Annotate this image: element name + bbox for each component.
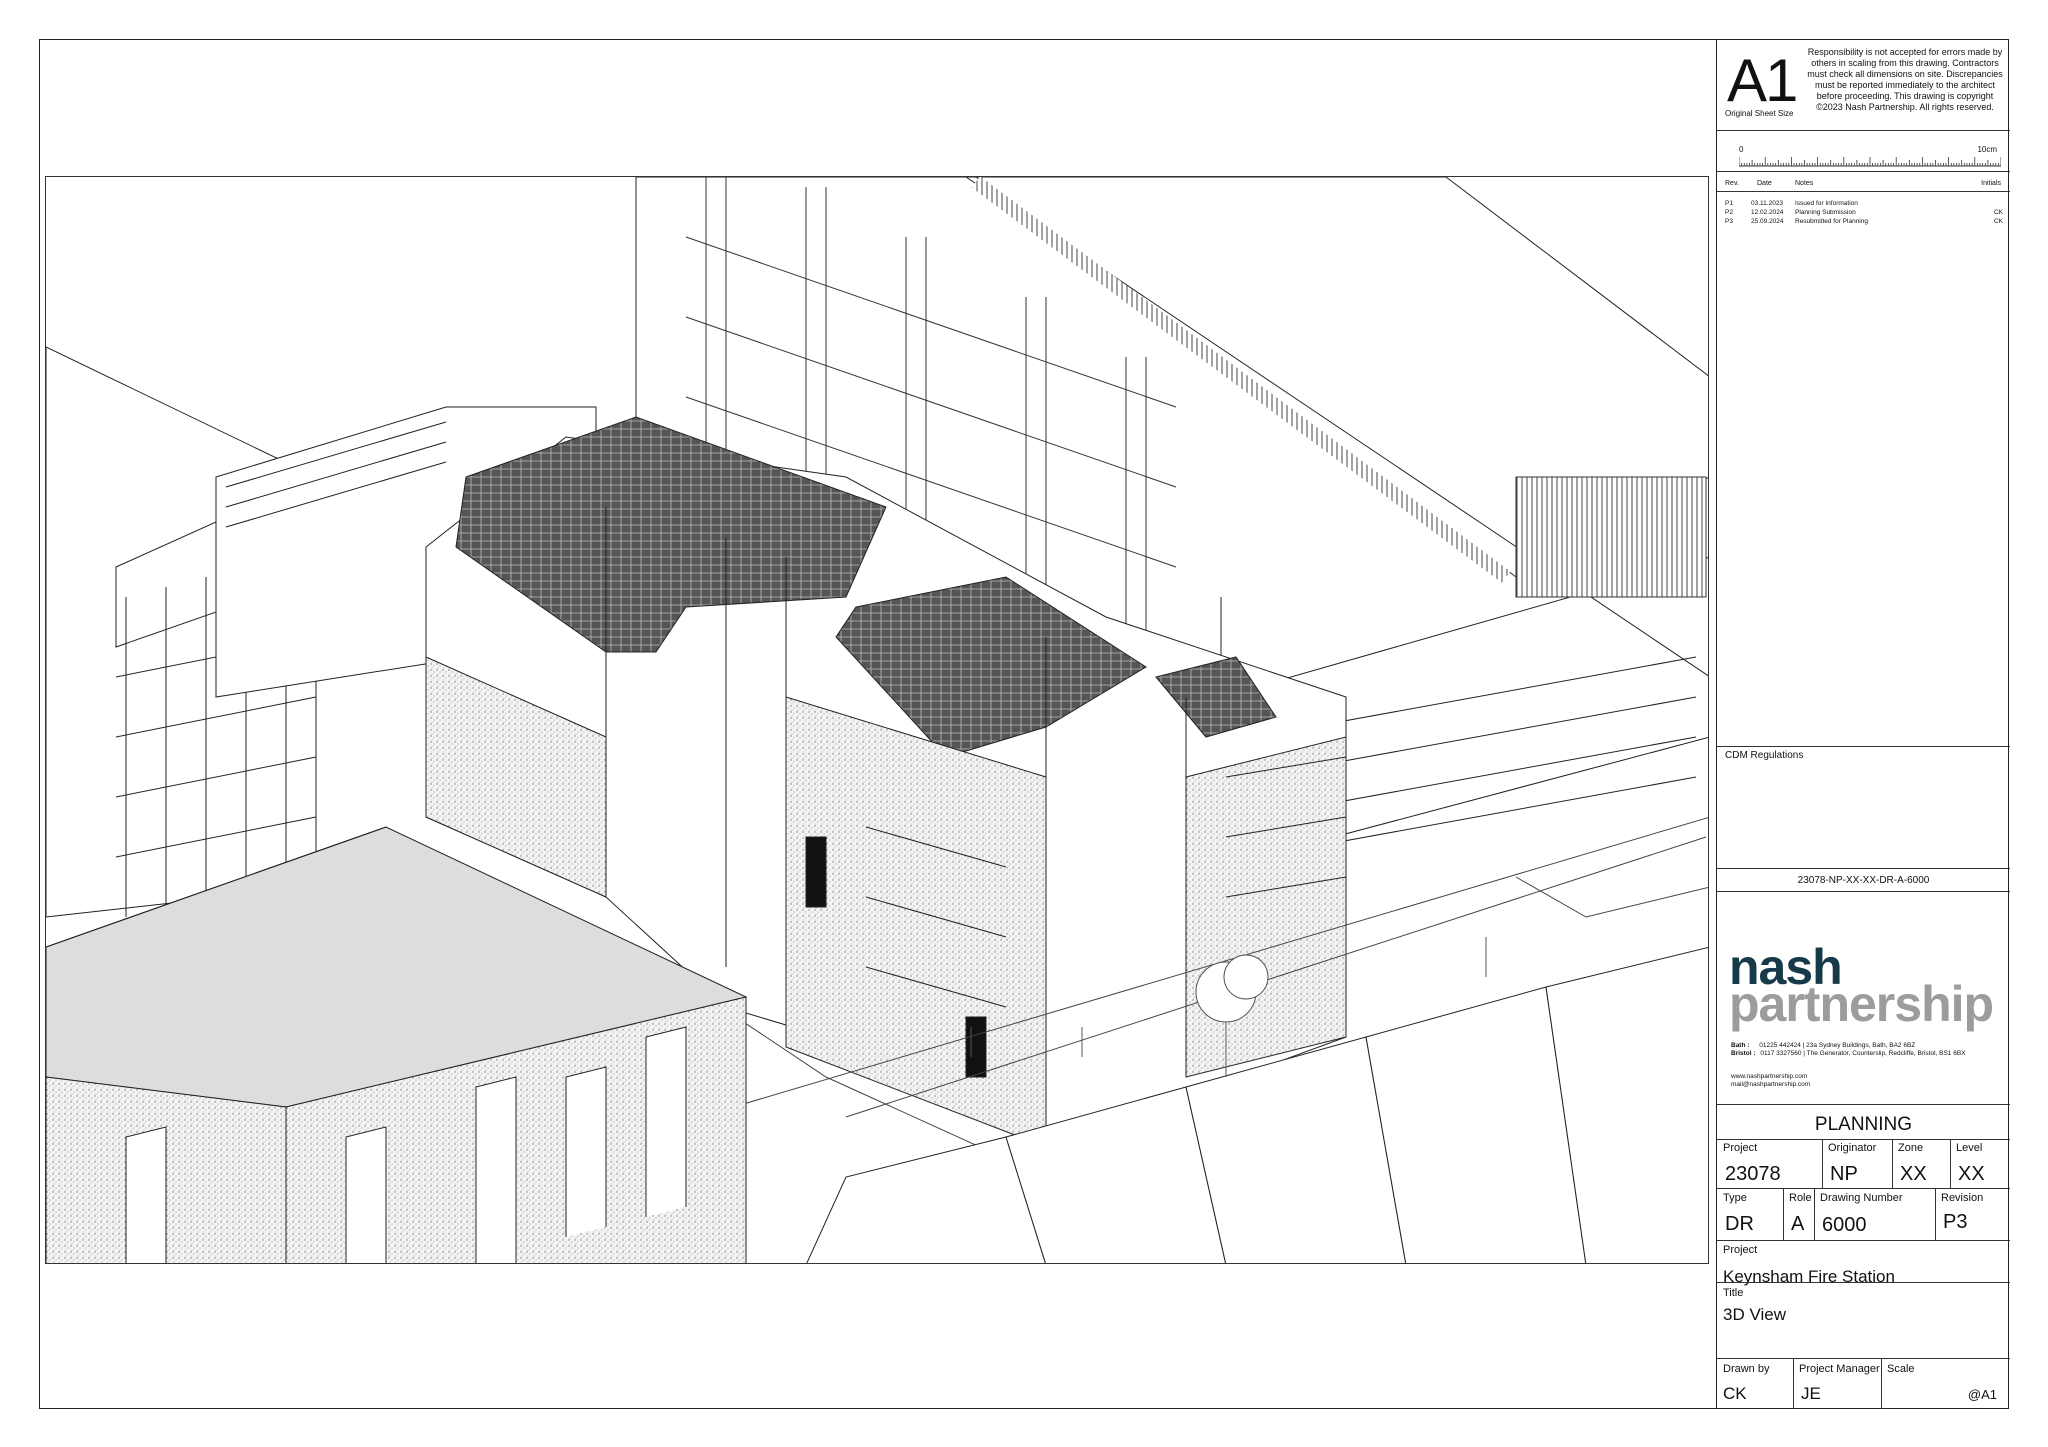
scale-label: Scale (1887, 1363, 1915, 1375)
title-row (1717, 39, 2010, 1359)
drawn-by-value: CK (1723, 1384, 1747, 1403)
project-manager-value: JE (1801, 1384, 1821, 1403)
axonometric-3d-view (45, 176, 1709, 1264)
title-block: A1 Original Sheet Size Responsibility is… (1716, 39, 2010, 1409)
project-manager-label: Project Manager (1799, 1363, 1880, 1375)
drawn-by-label: Drawn by (1723, 1363, 1770, 1375)
cell-divider (1881, 1359, 1882, 1409)
cell-divider (1793, 1359, 1794, 1409)
scale-value: @A1 (1967, 1387, 1997, 1402)
